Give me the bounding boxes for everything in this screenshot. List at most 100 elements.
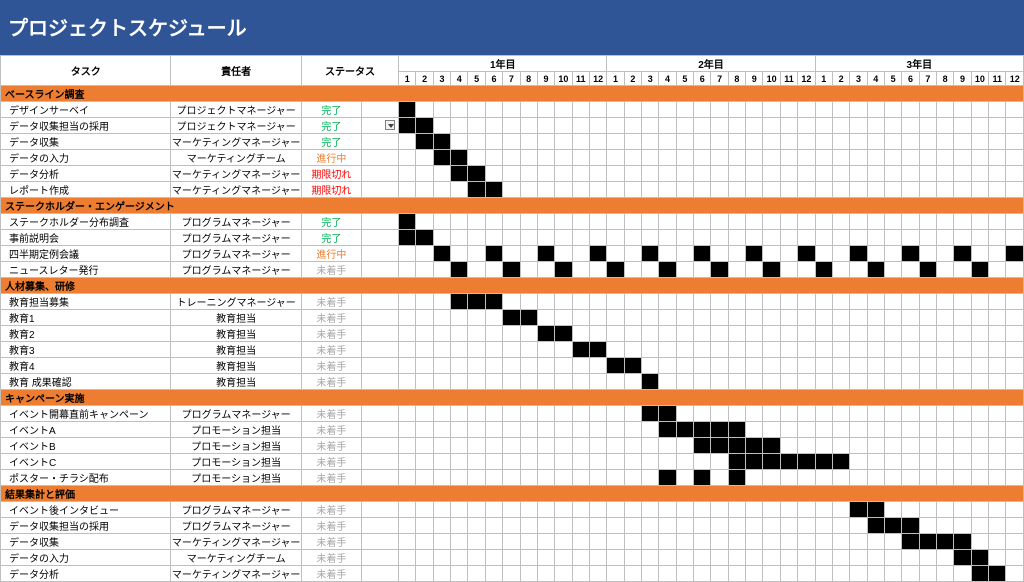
gantt-cell [989, 534, 1006, 550]
gantt-cell [503, 102, 520, 118]
gantt-cell [399, 118, 416, 134]
chevron-down-icon[interactable] [385, 120, 395, 130]
gantt-cell [798, 342, 815, 358]
gantt-cell [503, 118, 520, 134]
gantt-cell [694, 534, 711, 550]
gantt-cell [850, 454, 867, 470]
gantt-cell [989, 406, 1006, 422]
gantt-cell [676, 262, 693, 278]
gantt-cell [884, 246, 901, 262]
status-dropdown-cell [362, 214, 399, 230]
gantt-cell [659, 566, 676, 582]
gantt-cell [451, 150, 468, 166]
gantt-cell [780, 102, 797, 118]
gantt-cell [867, 214, 884, 230]
gantt-cell [572, 246, 589, 262]
status-dropdown-cell [362, 342, 399, 358]
task-status: 完了 [301, 102, 361, 118]
gantt-cell [503, 470, 520, 486]
gantt-cell [659, 518, 676, 534]
gantt-cell [937, 406, 954, 422]
gantt-cell [589, 326, 606, 342]
task-name: データ分析 [1, 166, 171, 182]
gantt-cell [555, 566, 572, 582]
gantt-cell [711, 230, 728, 246]
task-owner: プログラムマネージャー [171, 230, 301, 246]
gantt-cell [1006, 166, 1024, 182]
gantt-cell [728, 534, 745, 550]
gantt-cell [832, 502, 849, 518]
gantt-cell [433, 294, 450, 310]
gantt-cell [815, 246, 832, 262]
status-dropdown-cell [362, 518, 399, 534]
gantt-cell [971, 454, 988, 470]
gantt-cell [850, 422, 867, 438]
gantt-cell [1006, 326, 1024, 342]
gantt-cell [728, 262, 745, 278]
gantt-cell [832, 358, 849, 374]
gantt-cell [468, 406, 485, 422]
month-header: 5 [676, 72, 693, 86]
gantt-cell [572, 214, 589, 230]
gantt-cell [607, 566, 624, 582]
gantt-cell [937, 230, 954, 246]
gantt-cell [954, 294, 971, 310]
gantt-cell [624, 566, 641, 582]
gantt-cell [451, 294, 468, 310]
gantt-cell [694, 230, 711, 246]
gantt-cell [624, 150, 641, 166]
status-dropdown-cell [362, 182, 399, 198]
gantt-cell [589, 246, 606, 262]
task-name: データ収集 [1, 134, 171, 150]
gantt-cell [624, 262, 641, 278]
gantt-cell [850, 102, 867, 118]
gantt-cell [711, 214, 728, 230]
task-owner: プログラムマネージャー [171, 262, 301, 278]
gantt-cell [937, 470, 954, 486]
task-name: イベント開幕直前キャンペーン [1, 406, 171, 422]
gantt-cell [589, 182, 606, 198]
gantt-cell [867, 454, 884, 470]
gantt-cell [867, 262, 884, 278]
task-name: 教育担当募集 [1, 294, 171, 310]
gantt-cell [520, 550, 537, 566]
gantt-cell [520, 342, 537, 358]
gantt-cell [624, 518, 641, 534]
gantt-cell [676, 230, 693, 246]
gantt-cell [780, 246, 797, 262]
gantt-cell [607, 182, 624, 198]
gantt-cell [937, 438, 954, 454]
gantt-cell [832, 182, 849, 198]
gantt-cell [902, 246, 919, 262]
gantt-cell [537, 150, 554, 166]
gantt-cell [451, 246, 468, 262]
gantt-cell [451, 358, 468, 374]
gantt-cell [416, 470, 433, 486]
gantt-cell [503, 454, 520, 470]
gantt-cell [850, 246, 867, 262]
gantt-cell [659, 182, 676, 198]
status-dropdown-cell[interactable] [362, 118, 399, 134]
task-owner: プログラムマネージャー [171, 246, 301, 262]
gantt-cell [850, 134, 867, 150]
gantt-cell [798, 374, 815, 390]
gantt-cell [537, 406, 554, 422]
gantt-cell [711, 342, 728, 358]
gantt-cell [624, 470, 641, 486]
status-dropdown-cell [362, 150, 399, 166]
gantt-cell [746, 374, 763, 390]
status-dropdown-cell [362, 374, 399, 390]
gantt-cell [451, 470, 468, 486]
gantt-cell [971, 150, 988, 166]
gantt-cell [607, 230, 624, 246]
gantt-cell [624, 454, 641, 470]
gantt-cell [572, 470, 589, 486]
gantt-cell [468, 246, 485, 262]
gantt-cell [884, 534, 901, 550]
gantt-cell [503, 246, 520, 262]
gantt-cell [555, 134, 572, 150]
gantt-cell [642, 406, 659, 422]
gantt-cell [798, 534, 815, 550]
gantt-cell [815, 230, 832, 246]
gantt-cell [399, 262, 416, 278]
